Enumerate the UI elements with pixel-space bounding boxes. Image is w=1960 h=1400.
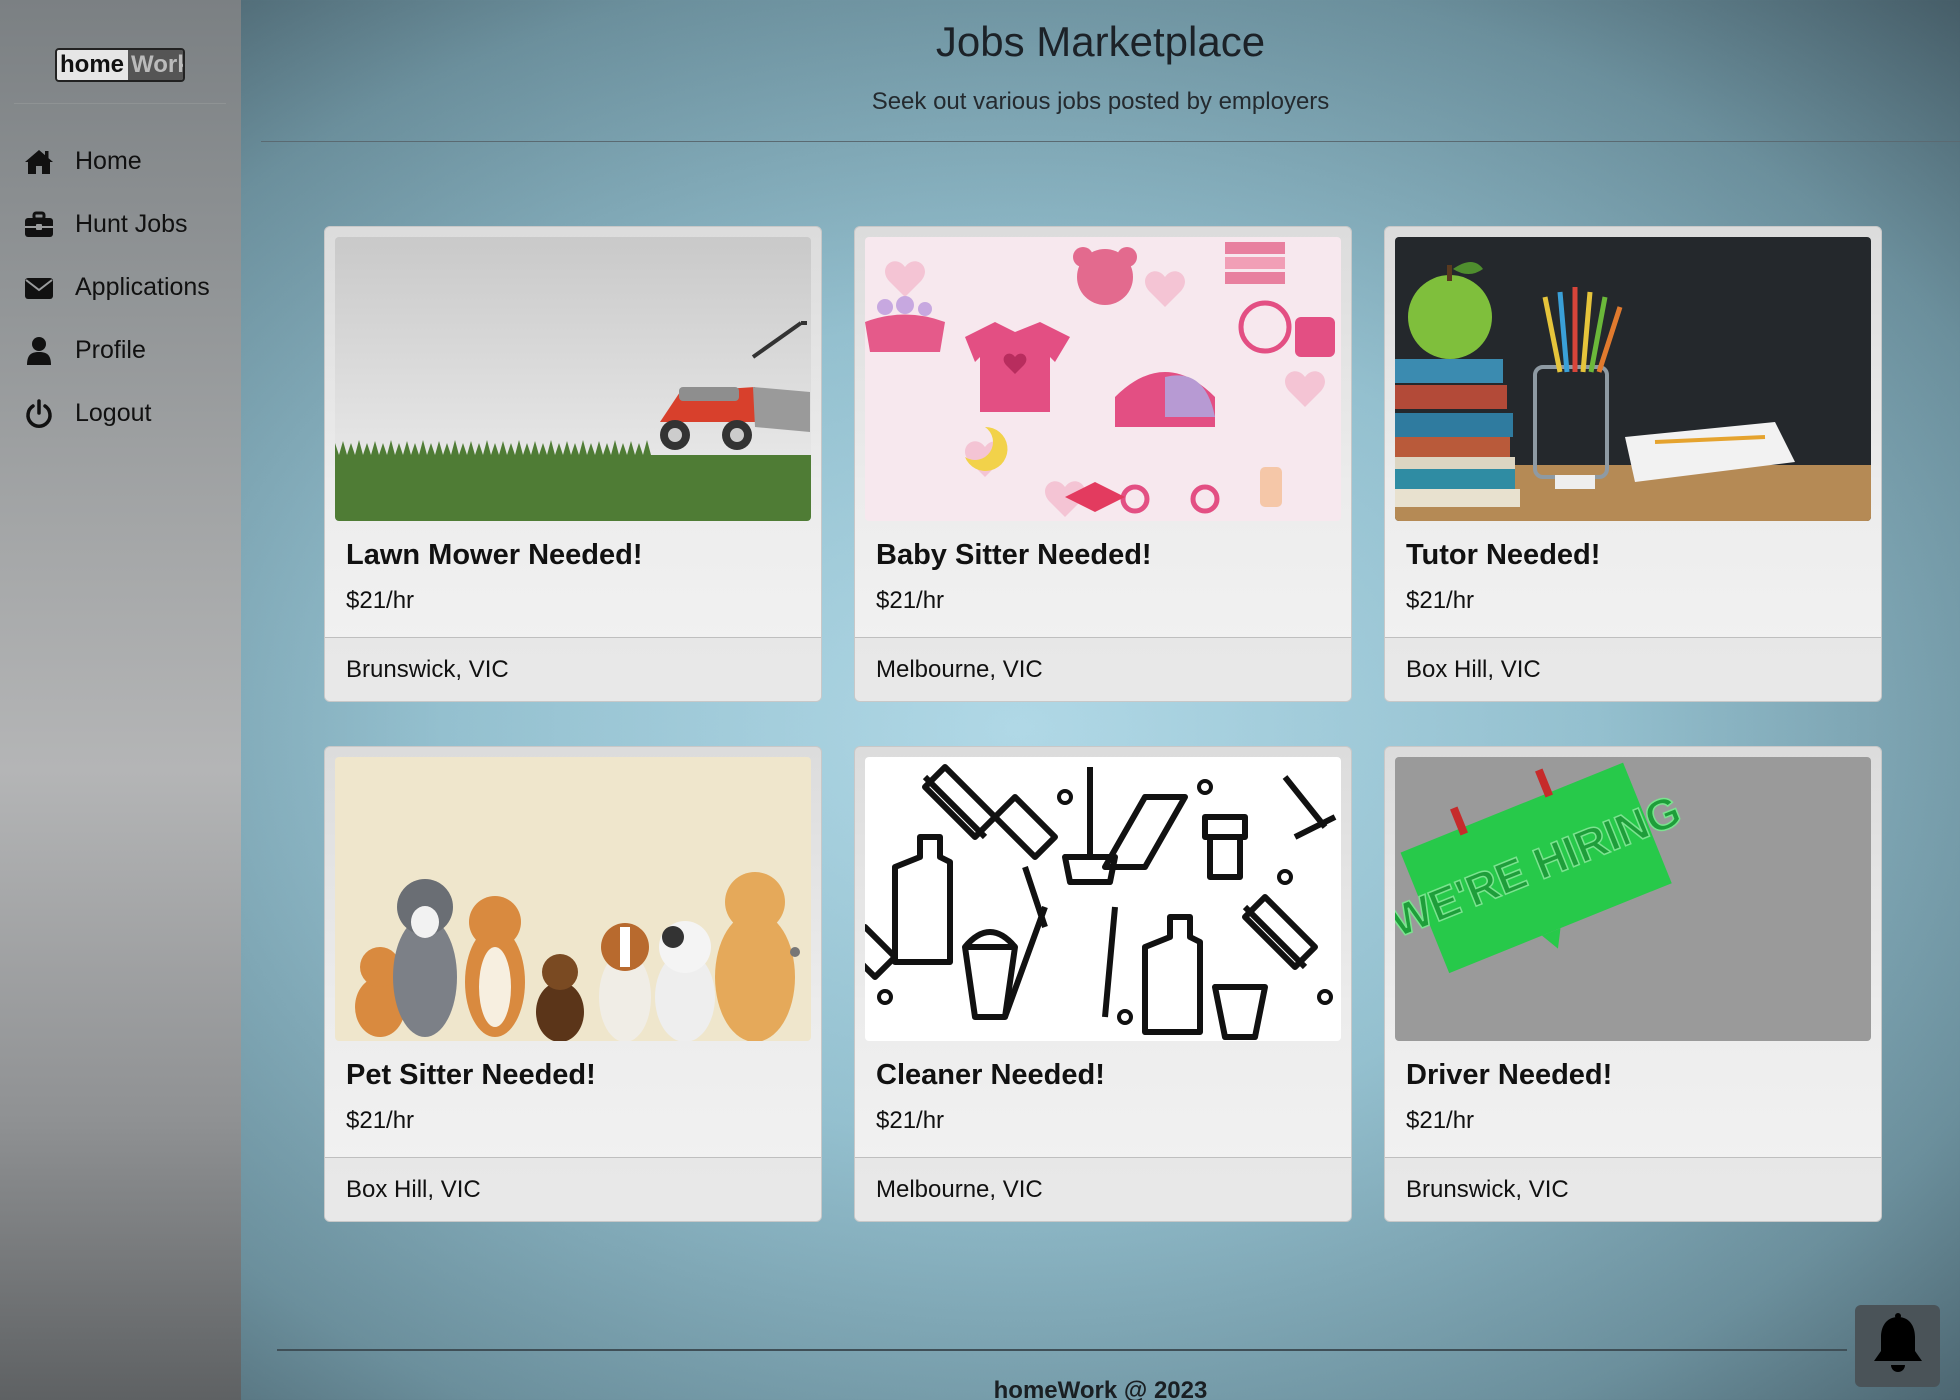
job-rate: $21/hr (1406, 1107, 1475, 1134)
bell-icon (1869, 1312, 1927, 1380)
baby-pattern-image (865, 237, 1341, 521)
sidebar-nav: Home Hunt Jobs Applications Profile Logo… (0, 130, 241, 445)
books-apple-image (1395, 237, 1871, 521)
cleaning-pattern-image (865, 757, 1341, 1041)
job-card[interactable]: Pet Sitter Needed! $21/hr Box Hill, VIC (324, 746, 822, 1222)
sidebar-divider (14, 103, 226, 104)
notification-button[interactable] (1855, 1305, 1940, 1387)
sidebar-item-logout[interactable]: Logout (0, 382, 241, 445)
sidebar: home Work Home Hunt Jobs Applications Pr… (0, 0, 241, 1400)
job-title: Baby Sitter Needed! (876, 539, 1152, 571)
sidebar-item-label: Applications (75, 273, 210, 301)
job-rate: $21/hr (346, 587, 415, 614)
job-location: Melbourne, VIC (855, 637, 1351, 701)
briefcase-icon (22, 208, 56, 242)
job-card[interactable]: Tutor Needed! $21/hr Box Hill, VIC (1384, 226, 1882, 702)
power-icon (22, 397, 56, 431)
job-rate: $21/hr (1406, 587, 1475, 614)
home-icon (22, 145, 56, 179)
job-title: Cleaner Needed! (876, 1059, 1105, 1091)
logo-part-home: home (57, 50, 129, 80)
sidebar-item-home[interactable]: Home (0, 130, 241, 193)
page-title: Jobs Marketplace (935, 18, 1266, 65)
page-header: Jobs Marketplace Seek out various jobs p… (241, 0, 1960, 142)
header-divider (261, 141, 1960, 142)
job-location: Brunswick, VIC (325, 637, 821, 701)
sidebar-item-profile[interactable]: Profile (0, 319, 241, 382)
logo[interactable]: home Work (55, 48, 185, 82)
footer-divider (277, 1349, 1847, 1351)
sidebar-item-label: Profile (75, 336, 146, 364)
sidebar-item-label: Hunt Jobs (75, 210, 188, 238)
sidebar-item-applications[interactable]: Applications (0, 256, 241, 319)
job-title: Driver Needed! (1406, 1059, 1613, 1091)
job-card[interactable]: Baby Sitter Needed! $21/hr Melbourne, VI… (854, 226, 1352, 702)
dogs-image (335, 757, 811, 1041)
job-location: Box Hill, VIC (325, 1157, 821, 1221)
job-card[interactable]: WE'RE HIRING Driver Needed! $21/hr Bruns… (1384, 746, 1882, 1222)
page-subtitle: Seek out various jobs posted by employer… (871, 88, 1330, 115)
footer-text: homeWork @ 2023 (993, 1377, 1208, 1400)
job-title: Pet Sitter Needed! (346, 1059, 596, 1091)
job-rate: $21/hr (346, 1107, 415, 1134)
job-card[interactable]: Lawn Mower Needed! $21/hr Brunswick, VIC (324, 226, 822, 702)
job-location: Box Hill, VIC (1385, 637, 1881, 701)
user-icon (22, 334, 56, 368)
job-title: Tutor Needed! (1406, 539, 1601, 571)
hiring-sign-image: WE'RE HIRING (1395, 757, 1871, 1041)
logo-part-work: Work (128, 50, 183, 80)
job-rate: $21/hr (876, 587, 945, 614)
lawn-mower-image (335, 237, 811, 521)
sidebar-item-hunt-jobs[interactable]: Hunt Jobs (0, 193, 241, 256)
job-title: Lawn Mower Needed! (346, 539, 643, 571)
envelope-icon (22, 271, 56, 305)
job-location: Melbourne, VIC (855, 1157, 1351, 1221)
sidebar-item-label: Logout (75, 399, 152, 427)
job-rate: $21/hr (876, 1107, 945, 1134)
job-card[interactable]: Cleaner Needed! $21/hr Melbourne, VIC (854, 746, 1352, 1222)
sidebar-item-label: Home (75, 147, 142, 175)
job-location: Brunswick, VIC (1385, 1157, 1881, 1221)
